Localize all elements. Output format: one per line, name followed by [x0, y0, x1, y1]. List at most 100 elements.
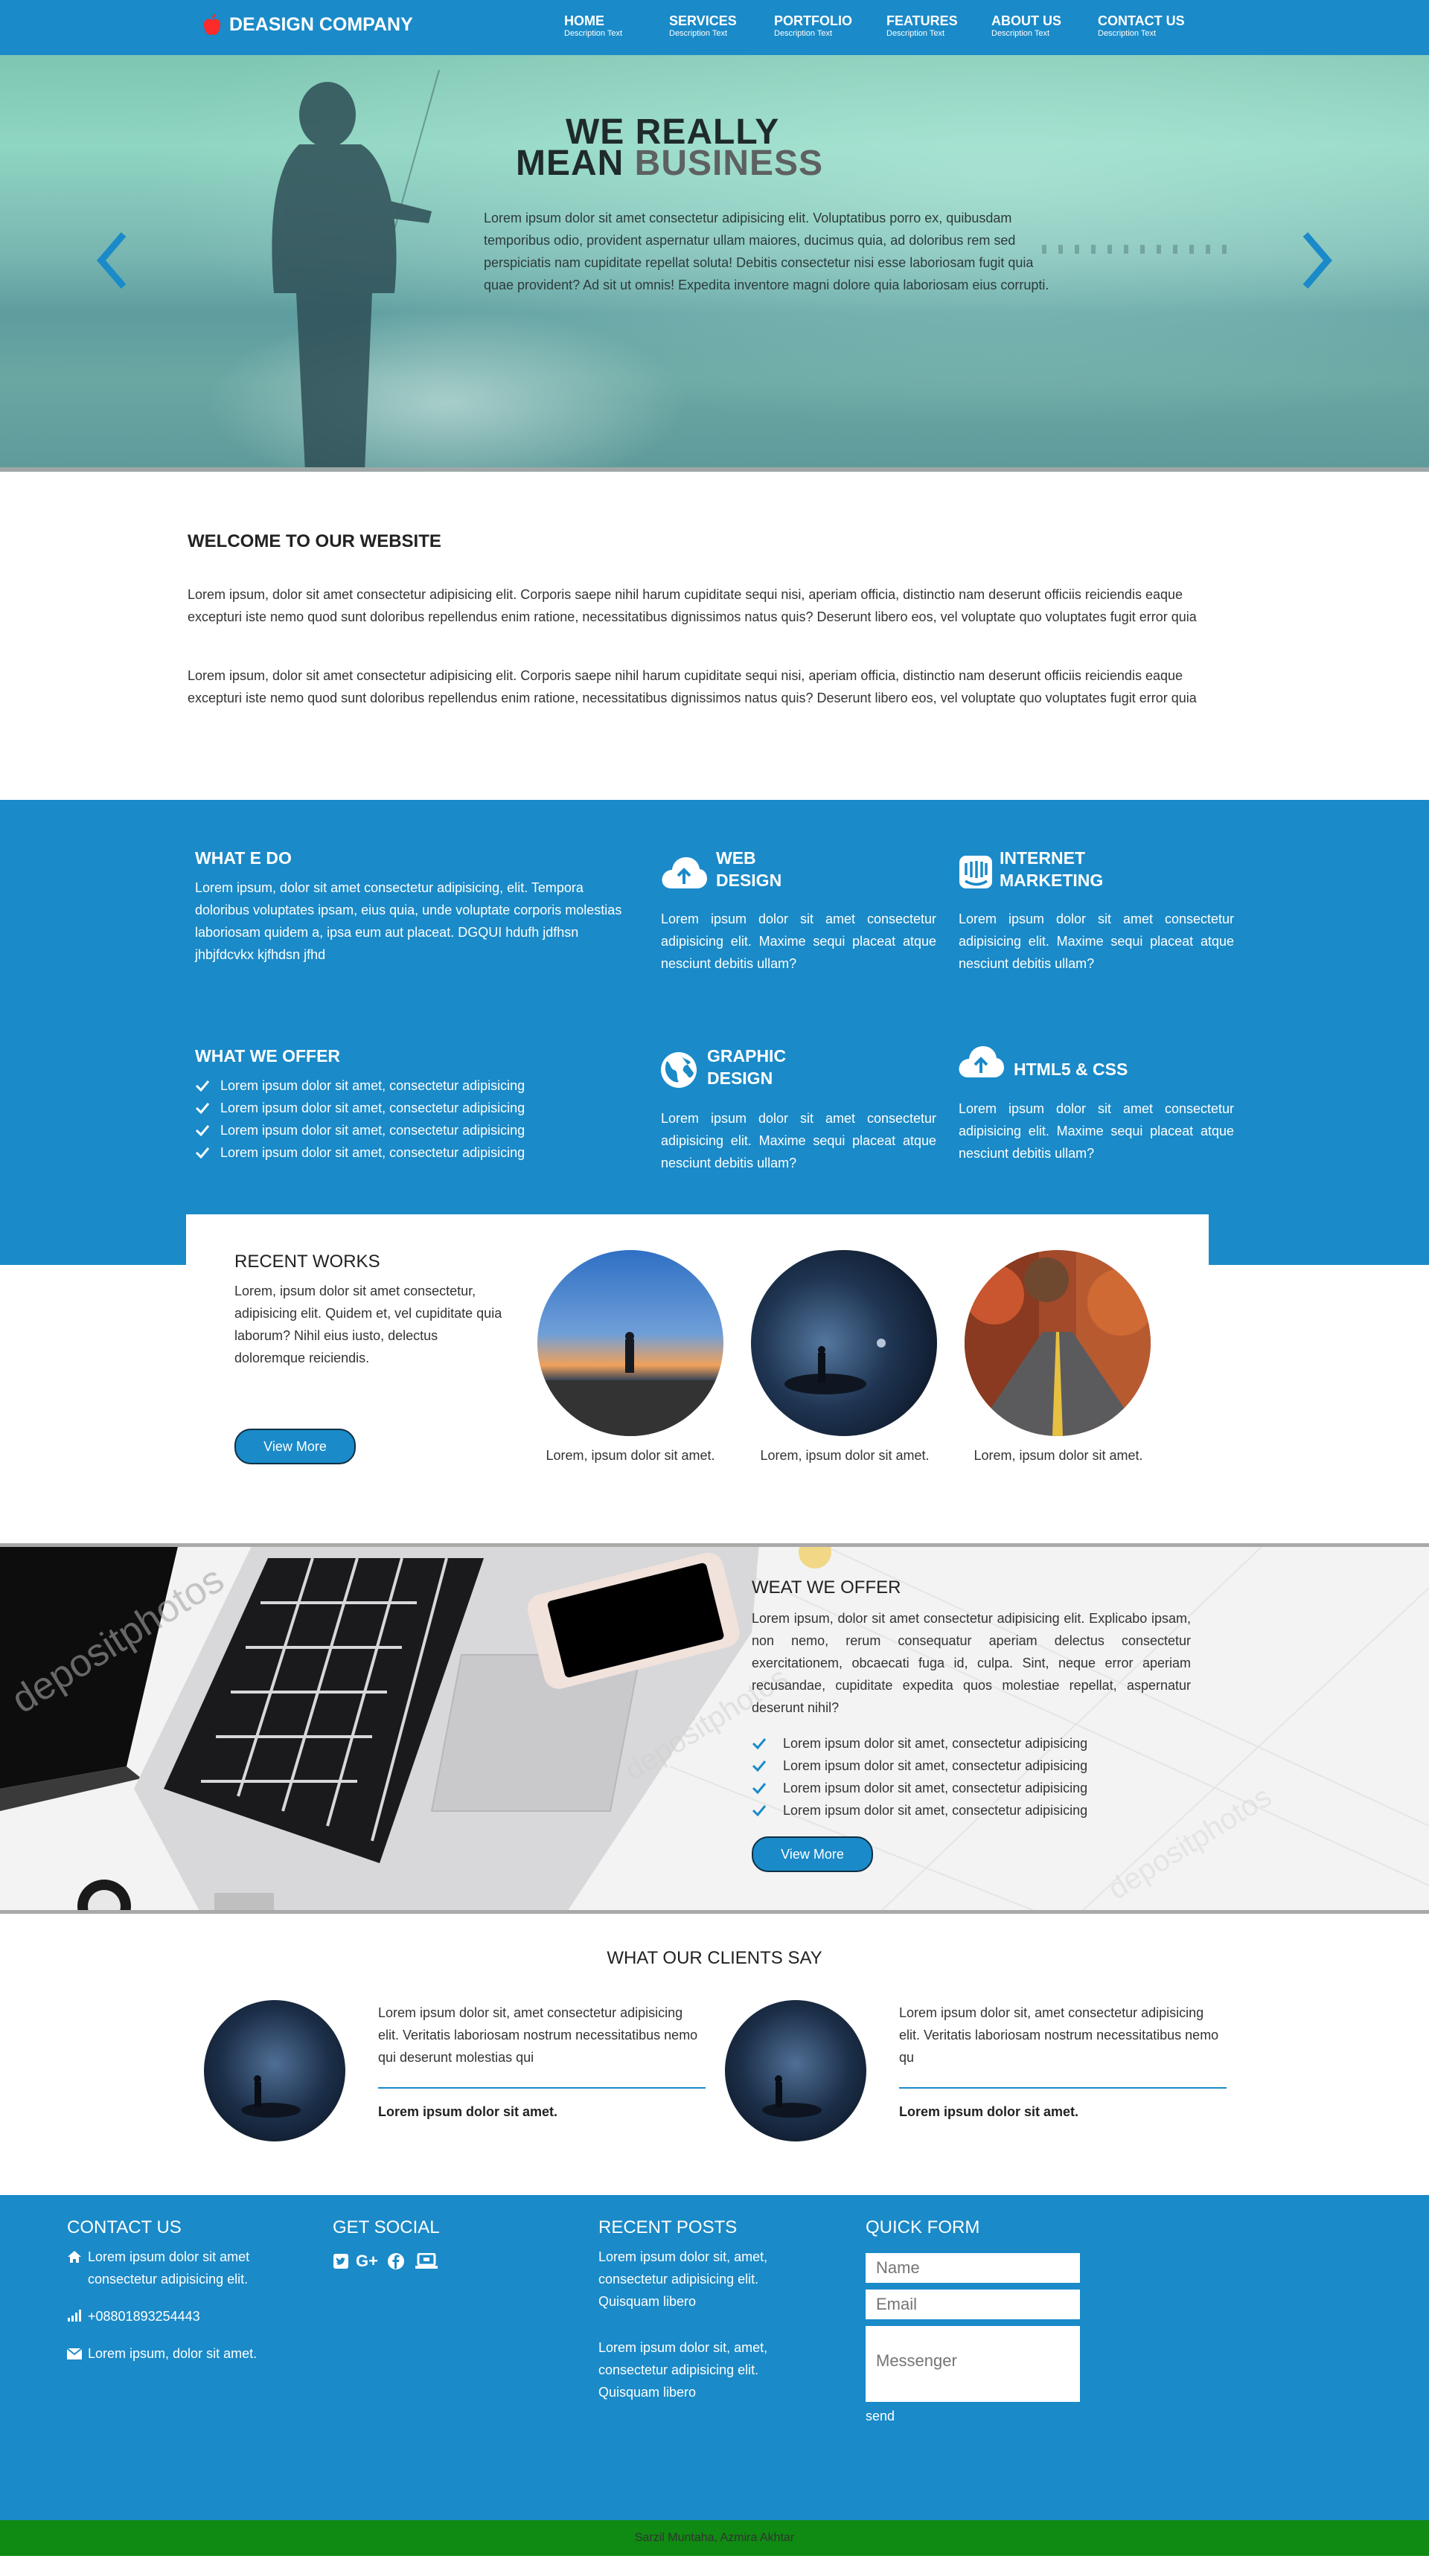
nav-services[interactable]: SERVICES Description Text — [669, 13, 737, 39]
hero-description: Lorem ipsum dolor sit amet consectetur a… — [484, 211, 1049, 292]
facebook-icon[interactable] — [387, 2252, 405, 2270]
list-item-text: Lorem ipsum dolor sit amet, consectetur … — [783, 1803, 1088, 1818]
signal-icon — [68, 2310, 81, 2322]
brand-name: DEASIGN COMPANY — [229, 13, 413, 35]
offer-section: depositphotos depositphotos depositphoto… — [0, 1543, 1429, 1914]
chevron-right-icon[interactable] — [1298, 231, 1335, 290]
check-icon — [752, 1738, 767, 1749]
nav-label: ABOUT US — [991, 13, 1061, 28]
email-field[interactable] — [866, 2290, 1080, 2319]
footer-phone: +08801893254443 — [88, 2309, 200, 2324]
list-item-text: Lorem ipsum dolor sit amet, consectetur … — [783, 1758, 1088, 1773]
list-item: Lorem ipsum dolor sit amet, consectetur … — [752, 1732, 1087, 1755]
service-title-a: WEB — [716, 848, 756, 868]
service-title-b: DESIGN — [707, 1068, 773, 1088]
work-caption: Lorem, ipsum dolor sit amet. — [974, 1448, 1143, 1463]
nav-about[interactable]: ABOUT US Description Text — [991, 13, 1061, 39]
name-field[interactable] — [866, 2253, 1080, 2283]
nav-sub: Description Text — [669, 29, 728, 38]
service-text: Lorem ipsum dolor sit amet consectetur a… — [959, 911, 1234, 971]
hero-title-word: MEAN — [516, 144, 624, 183]
nav-sub: Description Text — [564, 29, 623, 38]
google-plus-icon[interactable]: G+ — [356, 2252, 381, 2269]
footer-address: Lorem ipsum dolor sit amet consectetur a… — [88, 2249, 250, 2287]
list-item: Lorem ipsum dolor sit amet, consectetur … — [752, 1799, 1087, 1822]
list-item-text: Lorem ipsum dolor sit amet, consectetur … — [220, 1145, 525, 1160]
list-item: Lorem ipsum dolor sit amet, consectetur … — [752, 1755, 1087, 1777]
send-button[interactable]: send — [866, 2405, 895, 2427]
nav-sub: Description Text — [991, 29, 1050, 38]
nav-label: HOME — [564, 13, 604, 28]
check-icon — [752, 1805, 767, 1816]
footer-form-title: QUICK FORM — [866, 2217, 980, 2237]
service-text: Lorem ipsum dolor sit amet consectetur a… — [959, 1101, 1234, 1161]
envelope-icon — [67, 2348, 82, 2359]
service-title-a: GRAPHIC — [707, 1046, 787, 1066]
what-we-do-title: WHAT E DO — [195, 848, 292, 868]
footer-post[interactable]: Lorem ipsum dolor sit, amet, consectetur… — [598, 2246, 814, 2313]
nav-label: FEATURES — [886, 13, 958, 28]
nav-label: PORTFOLIO — [774, 13, 852, 28]
check-icon — [195, 1125, 210, 1136]
nav-sub: Description Text — [1098, 29, 1157, 38]
work-image-sunset[interactable] — [537, 1250, 723, 1436]
service-title-a: INTERNET — [1000, 848, 1085, 868]
top-navbar: DEASIGN COMPANY HOME Description Text SER… — [0, 0, 1429, 55]
client-divider — [378, 2087, 706, 2089]
nav-home[interactable]: HOME Description Text — [564, 13, 622, 39]
footer-social-title: GET SOCIAL — [333, 2217, 440, 2237]
recent-works-text: Lorem, ipsum dolor sit amet consectetur,… — [234, 1284, 502, 1365]
offer-title: WEAT WE OFFER — [752, 1577, 901, 1598]
nav-sub: Description Text — [774, 29, 833, 38]
home-icon — [68, 2251, 81, 2263]
cloud-upload-icon — [662, 857, 707, 888]
footer-posts-title: RECENT POSTS — [598, 2217, 738, 2237]
offer-checklist: Lorem ipsum dolor sit amet, consectetur … — [195, 1074, 525, 1164]
client-quote: Lorem ipsum dolor sit, amet consectetur … — [378, 2005, 698, 2065]
hero-birds — [1042, 245, 1235, 254]
nav-portfolio[interactable]: PORTFOLIO Description Text — [774, 13, 852, 39]
nav-label: SERVICES — [669, 13, 737, 28]
list-item-text: Lorem ipsum dolor sit amet, consectetur … — [220, 1078, 525, 1093]
welcome-title: WELCOME TO OUR WEBSITE — [188, 531, 441, 551]
hero-title-line2: MEAN BUSINESS — [516, 143, 823, 184]
footer-post[interactable]: Lorem ipsum dolor sit, amet, consectetur… — [598, 2336, 814, 2403]
laptop-photo: depositphotos depositphotos depositphoto… — [0, 1543, 1429, 1914]
view-more-button[interactable]: View More — [752, 1836, 873, 1872]
chevron-left-icon[interactable] — [94, 231, 131, 290]
twitter-icon[interactable] — [333, 2253, 349, 2269]
brand-logo[interactable]: DEASIGN COMPANY — [202, 13, 413, 36]
client-quote: Lorem ipsum dolor sit, amet consectetur … — [899, 2005, 1219, 2065]
nav-contact[interactable]: CONTACT US Description Text — [1098, 13, 1185, 39]
service-title-b: DESIGN — [716, 871, 782, 890]
check-icon — [195, 1080, 210, 1092]
apple-icon — [204, 13, 220, 35]
what-we-offer-title: WHAT WE OFFER — [195, 1046, 341, 1066]
check-icon — [752, 1783, 767, 1794]
list-item-text: Lorem ipsum dolor sit amet, consectetur … — [783, 1736, 1088, 1751]
welcome-paragraph: Lorem ipsum, dolor sit amet consectetur … — [188, 587, 1197, 624]
work-caption: Lorem, ipsum dolor sit amet. — [760, 1448, 930, 1463]
clients-title: WHAT OUR CLIENTS SAY — [607, 1948, 822, 1968]
list-item-text: Lorem ipsum dolor sit amet, consectetur … — [220, 1123, 525, 1138]
laptop-icon[interactable] — [415, 2253, 438, 2269]
work-caption: Lorem, ipsum dolor sit amet. — [546, 1448, 715, 1463]
list-item: Lorem ipsum dolor sit amet, consectetur … — [752, 1777, 1087, 1799]
nav-label: CONTACT US — [1098, 13, 1185, 28]
footer-email: Lorem ipsum, dolor sit amet. — [88, 2346, 258, 2361]
nav-features[interactable]: FEATURES Description Text — [886, 13, 958, 39]
view-more-button[interactable]: View More — [234, 1429, 356, 1464]
service-title-b: MARKETING — [1000, 871, 1104, 890]
message-field[interactable] — [866, 2326, 1080, 2402]
list-item: Lorem ipsum dolor sit amet, consectetur … — [195, 1119, 525, 1141]
hero-photo-figure — [272, 70, 440, 472]
service-title: GRAPHIC DESIGN — [707, 1045, 786, 1089]
work-image-road[interactable] — [965, 1250, 1151, 1436]
check-icon — [195, 1147, 210, 1159]
list-item-text: Lorem ipsum dolor sit amet, consectetur … — [220, 1100, 525, 1115]
page-bottom — [0, 2556, 1429, 2576]
client-divider — [899, 2087, 1227, 2089]
client-name: Lorem ipsum dolor sit amet. — [899, 2104, 1079, 2119]
cloud-upload-icon — [959, 1046, 1004, 1077]
work-image-night[interactable] — [751, 1250, 937, 1436]
